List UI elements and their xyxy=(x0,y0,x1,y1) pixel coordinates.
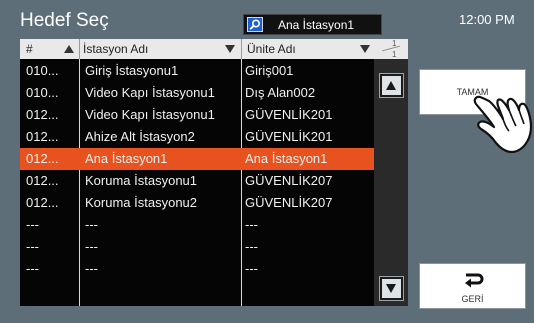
cell-station-name: --- xyxy=(85,239,98,254)
arrow-down-icon xyxy=(386,284,396,293)
cell-unit-name: GÜVENLİK207 xyxy=(245,195,333,210)
cell-unit-name: GÜVENLİK201 xyxy=(245,129,333,144)
table-header: # İstasyon Adı Ünite Adı xyxy=(20,39,374,59)
cell-number: --- xyxy=(26,261,39,276)
cell-unit-name: --- xyxy=(245,261,258,276)
cell-unit-name: --- xyxy=(245,239,258,254)
page-title: Hedef Seç xyxy=(20,10,109,31)
cell-unit-name: Dış Alan002 xyxy=(245,85,316,100)
cell-unit-name: Giriş001 xyxy=(245,63,294,78)
cell-station-name: Koruma İstasyonu2 xyxy=(85,195,198,210)
table-row[interactable]: 010... Giriş İstasyonu1 Giriş001 xyxy=(20,60,374,82)
table-row-selected[interactable]: 012... Ana İstasyon1 Ana İstasyon1 xyxy=(20,148,374,170)
column-divider xyxy=(241,39,242,59)
table-row[interactable]: --- --- --- xyxy=(20,258,374,280)
cell-number: --- xyxy=(26,217,39,232)
sort-descending-icon[interactable] xyxy=(225,45,235,53)
sort-descending-icon[interactable] xyxy=(360,45,370,53)
target-select-screen: Hedef Seç Ana İstasyon1 12:00 PM # İstas… xyxy=(0,0,534,323)
back-button[interactable]: GERİ xyxy=(419,263,526,309)
cell-unit-name: --- xyxy=(245,217,258,232)
scroll-panel: 1 1 xyxy=(374,39,408,306)
scroll-down-face xyxy=(382,279,401,298)
column-unit-name[interactable]: Ünite Adı xyxy=(247,42,296,56)
page-total: 1 xyxy=(392,50,397,59)
cell-station-name: Ahize Alt İstasyon2 xyxy=(85,129,195,144)
cell-station-name: Koruma İstasyonu1 xyxy=(85,173,198,188)
cell-number: 010... xyxy=(26,85,59,100)
cell-unit-name: Ana İstasyon1 xyxy=(245,151,328,166)
search-value: Ana İstasyon1 xyxy=(278,18,355,32)
table-row[interactable]: --- --- --- xyxy=(20,214,374,236)
search-field[interactable]: Ana İstasyon1 xyxy=(243,14,382,35)
scroll-down-button[interactable] xyxy=(379,276,404,301)
back-button-label: GERİ xyxy=(461,294,484,304)
cell-number: 012... xyxy=(26,173,59,188)
cell-number: 010... xyxy=(26,63,59,78)
cell-unit-name: GÜVENLİK207 xyxy=(245,173,333,188)
table-row[interactable]: 012... Koruma İstasyonu2 GÜVENLİK207 xyxy=(20,192,374,214)
page-divider xyxy=(382,45,400,52)
cell-station-name: --- xyxy=(85,217,98,232)
cell-station-name: Ana İstasyon1 xyxy=(85,151,168,166)
sort-ascending-icon[interactable] xyxy=(64,45,74,53)
table-row[interactable]: 012... Koruma İstasyonu1 GÜVENLİK207 xyxy=(20,170,374,192)
page-indicator: 1 1 xyxy=(374,39,408,59)
return-arrow-icon xyxy=(465,273,484,288)
cell-station-name: Video Kapı İstasyonu1 xyxy=(85,85,215,100)
cell-number: 012... xyxy=(26,129,59,144)
cell-number: 012... xyxy=(26,107,59,122)
cell-unit-name: GÜVENLİK201 xyxy=(245,107,333,122)
column-station-name[interactable]: İstasyon Adı xyxy=(83,42,148,56)
scroll-up-face xyxy=(382,76,401,95)
table-row[interactable]: --- --- --- xyxy=(20,236,374,258)
clock: 12:00 PM xyxy=(459,12,515,27)
table-row[interactable]: 012... Ahize Alt İstasyon2 GÜVENLİK201 xyxy=(20,126,374,148)
station-table: # İstasyon Adı Ünite Adı 010... Giriş İst… xyxy=(20,39,374,306)
cell-number: --- xyxy=(26,239,39,254)
scroll-up-button[interactable] xyxy=(379,73,404,98)
cell-station-name: Giriş İstasyonu1 xyxy=(85,63,179,78)
cell-number: 012... xyxy=(26,195,59,210)
table-row[interactable]: 012... Video Kapı İstasyonu1 GÜVENLİK201 xyxy=(20,104,374,126)
arrow-up-icon xyxy=(386,81,396,90)
cell-station-name: --- xyxy=(85,261,98,276)
cell-station-name: Video Kapı İstasyonu1 xyxy=(85,107,215,122)
column-divider xyxy=(79,39,80,59)
table-row[interactable]: 010... Video Kapı İstasyonu1 Dış Alan002 xyxy=(20,82,374,104)
pointing-hand-icon xyxy=(473,95,533,154)
cell-number: 012... xyxy=(26,151,59,166)
search-icon[interactable] xyxy=(247,17,263,32)
column-number[interactable]: # xyxy=(26,42,33,56)
